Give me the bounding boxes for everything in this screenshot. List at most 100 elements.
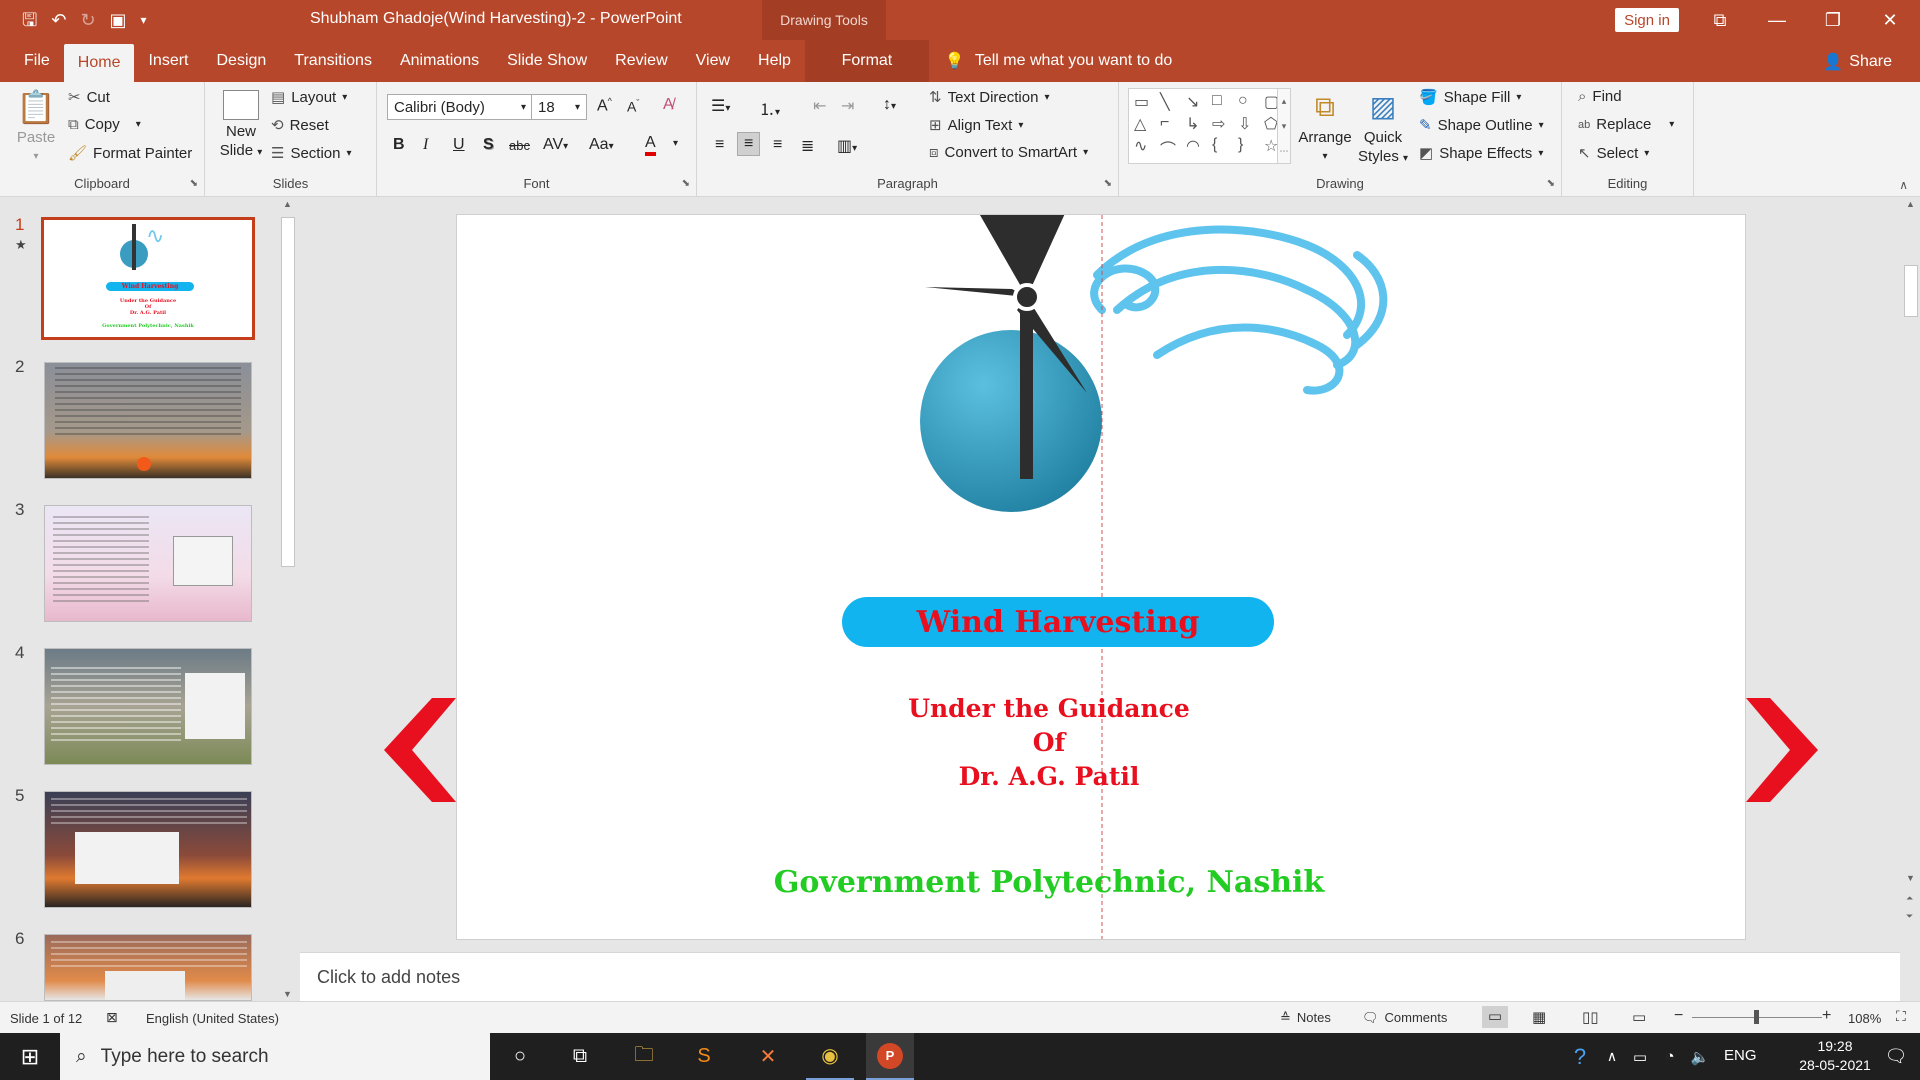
comments-toggle[interactable]: 🗨 Comments — [1362, 1010, 1447, 1026]
shape-outline-button[interactable]: ✎ Shape Outline ▾ — [1419, 116, 1544, 135]
guidance-textbox[interactable]: Under the Guidance Of Dr. A.G. Patil — [457, 692, 1641, 794]
chevron-down-icon[interactable]: ▾ — [673, 138, 678, 149]
chrome-icon[interactable]: ◉ — [806, 1033, 854, 1080]
redo-icon[interactable]: ↻ — [80, 11, 95, 29]
line-shape-icon[interactable]: ╲ — [1160, 92, 1184, 112]
close-icon[interactable]: ✕ — [1865, 0, 1915, 40]
shape-effects-button[interactable]: ◩ Shape Effects ▾ — [1419, 144, 1543, 163]
slide-sorter-icon[interactable]: ▦ — [1532, 1008, 1546, 1026]
italic-icon[interactable]: I — [423, 136, 428, 154]
scroll-up-icon[interactable]: ▲ — [1906, 199, 1915, 209]
section-button[interactable]: ☰ Section ▾ — [271, 144, 352, 163]
tab-home[interactable]: Home — [63, 44, 135, 82]
sublime-text-icon[interactable]: S — [680, 1033, 728, 1080]
increase-font-icon[interactable]: A^ — [597, 96, 612, 115]
tab-design[interactable]: Design — [202, 40, 280, 82]
windows-start-icon[interactable]: ⊞ — [6, 1033, 54, 1080]
reading-view-icon[interactable]: ▯▯ — [1582, 1008, 1599, 1026]
restore-icon[interactable]: ❐ — [1808, 0, 1858, 40]
font-name-combo[interactable]: Calibri (Body) ▾ — [387, 94, 533, 120]
align-left-icon[interactable]: ≡ — [715, 136, 724, 154]
scroll-down-icon[interactable]: ▼ — [283, 989, 292, 999]
change-case-icon[interactable]: Aa▾ — [589, 136, 614, 154]
taskbar-search[interactable]: ⌕ Type here to search — [60, 1033, 490, 1080]
cut-button[interactable]: ✂ Cut — [68, 88, 110, 107]
align-center-icon[interactable]: ≡ — [737, 132, 761, 156]
rectangle-shape-icon[interactable]: □ — [1212, 92, 1236, 112]
font-size-combo[interactable]: 18 ▾ — [531, 94, 587, 120]
tab-insert[interactable]: Insert — [134, 40, 202, 82]
slide-thumbnail-5[interactable] — [44, 791, 252, 908]
tab-transitions[interactable]: Transitions — [280, 40, 386, 82]
clear-formatting-icon[interactable]: A̸ — [663, 96, 674, 114]
align-text-button[interactable]: ⊞ Align Text ▾ — [929, 116, 1023, 135]
clipboard-launcher-icon[interactable]: ⬊ — [190, 178, 198, 189]
ribbon-display-options-icon[interactable]: ⧉ — [1695, 0, 1745, 40]
scroll-down-icon[interactable]: ▼ — [1906, 873, 1915, 883]
tab-format[interactable]: Format — [804, 40, 929, 82]
spell-check-icon[interactable]: ⊠ — [106, 1009, 118, 1026]
language-indicator[interactable]: English (United States) — [146, 1011, 279, 1026]
paragraph-launcher-icon[interactable]: ⬊ — [1104, 178, 1112, 189]
tab-file[interactable]: File — [0, 40, 64, 82]
scroll-up-icon[interactable]: ▲ — [283, 199, 292, 209]
minimize-icon[interactable]: — — [1752, 0, 1802, 40]
normal-view-icon[interactable]: ▭ — [1482, 1006, 1508, 1028]
right-arrow-shape-icon[interactable]: ⇨ — [1212, 114, 1236, 134]
strikethrough-icon[interactable]: abc — [509, 138, 530, 153]
powerpoint-taskbar-icon[interactable]: P — [866, 1033, 914, 1080]
slide-thumbnail-6[interactable] — [44, 934, 252, 1001]
tab-review[interactable]: Review — [601, 40, 681, 82]
arrange-button[interactable]: ⧉ Arrange ▾ — [1297, 86, 1353, 166]
new-slide-button[interactable]: New Slide ▾ — [215, 86, 267, 162]
elbow-shape-icon[interactable]: ⌐ — [1160, 114, 1184, 134]
slide-thumbnail-4[interactable] — [44, 648, 252, 765]
save-icon[interactable]: 🖫 — [22, 11, 37, 29]
curve-shape-icon[interactable]: ⌒ — [1160, 136, 1184, 160]
notifications-icon[interactable]: 🗨 — [1872, 1033, 1920, 1080]
shape-fill-button[interactable]: 🪣 Shape Fill ▾ — [1419, 88, 1521, 107]
previous-slide-icon[interactable]: ⏶ — [1906, 893, 1913, 904]
previous-arrow-icon[interactable] — [384, 698, 456, 802]
find-button[interactable]: ⌕ Find — [1578, 88, 1622, 105]
arrow-line-shape-icon[interactable]: ↘ — [1186, 92, 1210, 112]
character-spacing-icon[interactable]: AV▾ — [543, 136, 568, 154]
volume-icon[interactable]: 🔈 — [1676, 1033, 1724, 1080]
tab-slide-show[interactable]: Slide Show — [493, 40, 601, 82]
underline-icon[interactable]: U — [453, 136, 465, 154]
quick-styles-button[interactable]: ▨ Quick Styles ▾ — [1357, 86, 1409, 168]
institute-textbox[interactable]: Government Polytechnic, Nashik — [457, 865, 1641, 900]
fit-slide-icon[interactable]: ⛶ — [1896, 1008, 1906, 1025]
notes-pane[interactable]: Click to add notes — [300, 952, 1900, 1001]
tab-animations[interactable]: Animations — [386, 40, 493, 82]
text-direction-button[interactable]: ⇅ Text Direction ▾ — [929, 88, 1049, 107]
xampp-icon[interactable]: ✕ — [744, 1033, 792, 1080]
sign-in-button[interactable]: Sign in — [1615, 8, 1679, 32]
input-language[interactable]: ENG — [1724, 1047, 1757, 1064]
paste-button[interactable]: 📋 Paste ▾ — [14, 86, 58, 166]
elbow-arrow-shape-icon[interactable]: ↳ — [1186, 114, 1210, 134]
justify-icon[interactable]: ≣ — [801, 136, 814, 156]
slide-thumbnail-1[interactable]: ∿ Wind Harvesting Under the Guidance Of … — [41, 217, 255, 340]
align-right-icon[interactable]: ≡ — [773, 136, 782, 154]
next-arrow-icon[interactable] — [1746, 698, 1818, 802]
shadow-icon[interactable]: S — [483, 136, 494, 154]
notes-toggle[interactable]: ≙ Notes — [1280, 1010, 1331, 1026]
left-brace-shape-icon[interactable]: { — [1212, 136, 1236, 160]
triangle-shape-icon[interactable]: △ — [1134, 114, 1158, 134]
slideshow-view-icon[interactable]: ▭ — [1632, 1008, 1646, 1026]
increase-indent-icon[interactable]: ⇥ — [841, 96, 854, 116]
tell-me-box[interactable]: 💡 Tell me what you want to do — [945, 40, 1172, 82]
shapes-gallery-scroll[interactable]: ▴ ▾ ⋯ — [1277, 88, 1291, 164]
decrease-font-icon[interactable]: Aˇ — [627, 98, 639, 115]
right-brace-shape-icon[interactable]: } — [1238, 136, 1262, 160]
slide-1[interactable]: Wind Harvesting Under the Guidance Of Dr… — [456, 214, 1746, 940]
convert-smartart-button[interactable]: ⧈ Convert to SmartArt ▾ — [929, 144, 1088, 161]
tab-view[interactable]: View — [682, 40, 744, 82]
scroll-thumb[interactable] — [281, 217, 295, 567]
cortana-icon[interactable]: ○ — [496, 1033, 544, 1080]
down-arrow-shape-icon[interactable]: ⇩ — [1238, 114, 1262, 134]
slide-scrollbar[interactable]: ▲ ▼ ⏶ ⏷ — [1902, 197, 1920, 952]
bullets-icon[interactable]: ☰▾ — [711, 96, 730, 116]
replace-button[interactable]: ab Replace ▾ — [1578, 116, 1674, 133]
